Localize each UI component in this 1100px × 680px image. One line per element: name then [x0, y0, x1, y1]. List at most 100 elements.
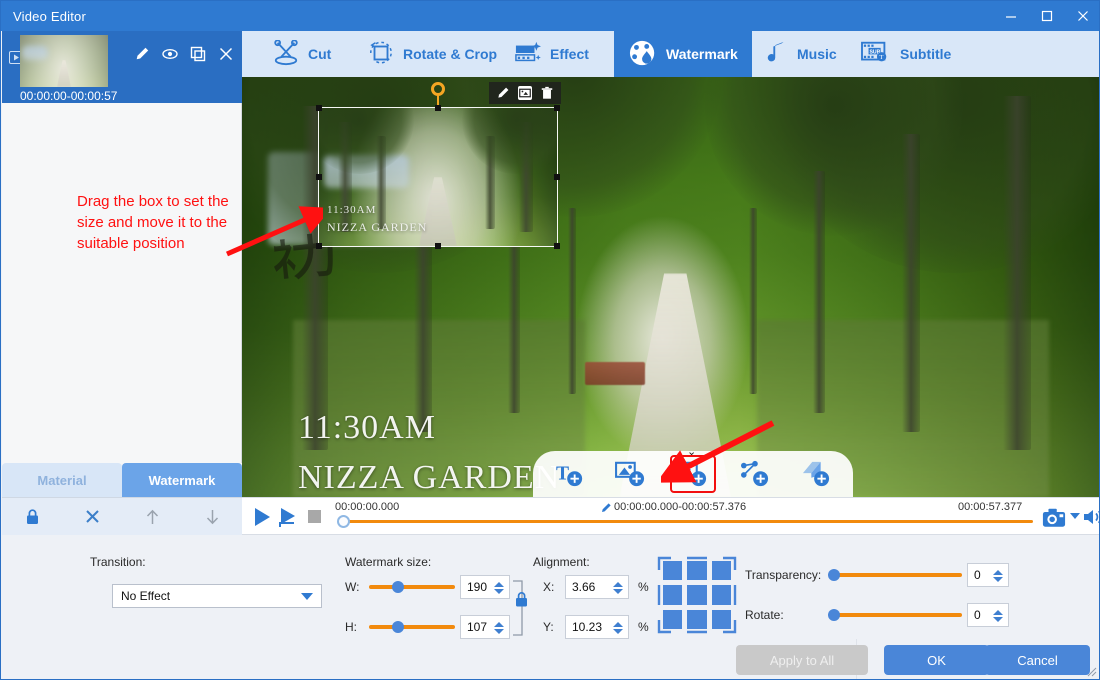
alignment-cell-top-left[interactable]: [663, 561, 682, 580]
alignment-cell-top-center[interactable]: [687, 561, 706, 580]
height-input[interactable]: 107: [460, 615, 510, 639]
width-slider-knob[interactable]: [392, 581, 404, 593]
ok-button[interactable]: OK: [884, 645, 989, 675]
timeline-playhead[interactable]: [337, 515, 350, 528]
move-down-icon[interactable]: [182, 498, 242, 536]
width-slider-track[interactable]: [369, 585, 455, 589]
replace-image-icon[interactable]: [518, 86, 532, 100]
chevron-down-icon: [301, 593, 313, 600]
duplicate-icon[interactable]: [190, 46, 206, 62]
sidebar-tabs: Material Watermark: [2, 463, 242, 497]
align-y-stepper[interactable]: [612, 618, 624, 638]
volume-icon[interactable]: [1083, 508, 1100, 529]
remove-icon[interactable]: [218, 46, 234, 62]
add-image-watermark-button[interactable]: [608, 455, 654, 493]
height-value: 107: [467, 620, 487, 634]
edit-pencil-icon[interactable]: [496, 86, 510, 100]
selection-range-label: 00:00:00.000-00:00:57.376: [614, 501, 746, 513]
height-slider-track[interactable]: [369, 625, 455, 629]
sidebar-tab-watermark[interactable]: Watermark: [122, 463, 242, 497]
alignment-cell-bottom-right[interactable]: [712, 610, 731, 629]
transparency-slider-track[interactable]: [832, 573, 962, 577]
transparency-input[interactable]: 0: [967, 563, 1009, 587]
trash-icon[interactable]: [540, 86, 554, 100]
maximize-icon[interactable]: [1029, 1, 1065, 31]
resize-handle-middle-left[interactable]: [316, 174, 322, 180]
alignment-cell-middle-right[interactable]: [712, 585, 731, 604]
align-y-input[interactable]: 10.23: [565, 615, 629, 639]
clip-thumbnail[interactable]: [20, 35, 108, 87]
resize-handle-middle-right[interactable]: [554, 174, 560, 180]
tab-cut[interactable]: Cut: [272, 31, 331, 77]
height-stepper[interactable]: [493, 618, 505, 638]
stop-icon[interactable]: [308, 510, 321, 526]
tab-watermark[interactable]: Watermark: [614, 31, 752, 77]
play-icon[interactable]: [252, 507, 272, 530]
svg-text:T: T: [556, 464, 569, 485]
play-selection-icon[interactable]: [278, 507, 300, 532]
watermark-overlay-line2: NIZZA GARDEN: [327, 220, 427, 235]
timeline-track[interactable]: [343, 520, 1033, 523]
align-x-stepper[interactable]: [612, 578, 624, 598]
preview-eye-icon[interactable]: [162, 46, 178, 62]
watermark-overlay-line1: 11:30AM: [327, 204, 376, 216]
lock-icon[interactable]: [2, 498, 62, 536]
resize-handle-bottom-center[interactable]: [435, 243, 441, 249]
alignment-cell-bottom-center[interactable]: [687, 610, 706, 629]
close-icon[interactable]: [1065, 1, 1100, 31]
tab-rotate-crop[interactable]: Rotate & Crop: [367, 31, 497, 77]
bench-shape: [585, 362, 645, 385]
transparency-stepper[interactable]: [992, 566, 1004, 586]
rotate-crop-icon: [367, 40, 395, 69]
tab-cut-label: Cut: [308, 46, 331, 62]
transition-value: No Effect: [121, 589, 170, 603]
rotate-slider-track[interactable]: [832, 613, 962, 617]
sidebar-list: [2, 103, 242, 463]
transparency-slider-knob[interactable]: [828, 569, 840, 581]
width-label: W:: [345, 580, 359, 594]
alignment-cell-middle-left[interactable]: [663, 585, 682, 604]
width-input[interactable]: 190: [460, 575, 510, 599]
tab-subtitle[interactable]: SUBT Subtitle: [860, 31, 951, 77]
alignment-grid[interactable]: [663, 561, 731, 629]
aspect-lock-icon[interactable]: [514, 591, 529, 611]
delete-x-icon[interactable]: [62, 498, 122, 536]
clip-time-range: 00:00:00-00:00:57: [20, 89, 117, 103]
camera-icon[interactable]: [1042, 507, 1066, 531]
sidebar-tab-material[interactable]: Material: [2, 463, 122, 497]
annotation-left: Drag the box to set the size and move it…: [77, 191, 247, 254]
resize-handle-bottom-right[interactable]: [554, 243, 560, 249]
clip-action-icons: [134, 46, 234, 62]
rotate-stepper[interactable]: [992, 606, 1004, 626]
edit-icon[interactable]: [134, 46, 150, 62]
height-slider-knob[interactable]: [392, 621, 404, 633]
rotate-slider-knob[interactable]: [828, 609, 840, 621]
transition-label: Transition:: [90, 555, 146, 569]
watermark-selection-box[interactable]: 11:30AM NIZZA GARDEN: [318, 107, 558, 247]
rotate-handle-icon[interactable]: [431, 82, 445, 96]
tab-subtitle-label: Subtitle: [900, 46, 951, 62]
tab-music[interactable]: Music: [767, 31, 837, 77]
align-x-input[interactable]: 3.66: [565, 575, 629, 599]
resize-handle-top-center[interactable]: [435, 105, 441, 111]
rotate-input[interactable]: 0: [967, 603, 1009, 627]
watermark-box-toolbar: [489, 82, 561, 104]
minimize-icon[interactable]: [993, 1, 1029, 31]
apply-to-all-button[interactable]: Apply to All: [736, 645, 868, 675]
width-stepper[interactable]: [493, 578, 505, 598]
resize-handle-top-left[interactable]: [316, 105, 322, 111]
transition-select[interactable]: No Effect: [112, 584, 322, 608]
move-up-icon[interactable]: [122, 498, 182, 536]
chevron-down-icon[interactable]: [1070, 513, 1080, 519]
resize-handle-top-right[interactable]: [554, 105, 560, 111]
add-mosaic-watermark-button[interactable]: [793, 455, 839, 493]
timeline-edit-pencil-icon[interactable]: [600, 502, 612, 517]
align-y-label: Y:: [543, 620, 554, 634]
alignment-cell-middle-center[interactable]: [687, 585, 706, 604]
cancel-button[interactable]: Cancel: [985, 645, 1090, 675]
add-text-watermark-button[interactable]: T: [547, 455, 593, 493]
alignment-cell-top-right[interactable]: [712, 561, 731, 580]
tab-effect[interactable]: Effect: [514, 31, 589, 77]
alignment-cell-bottom-left[interactable]: [663, 610, 682, 629]
resize-grip-icon[interactable]: [1085, 665, 1097, 677]
